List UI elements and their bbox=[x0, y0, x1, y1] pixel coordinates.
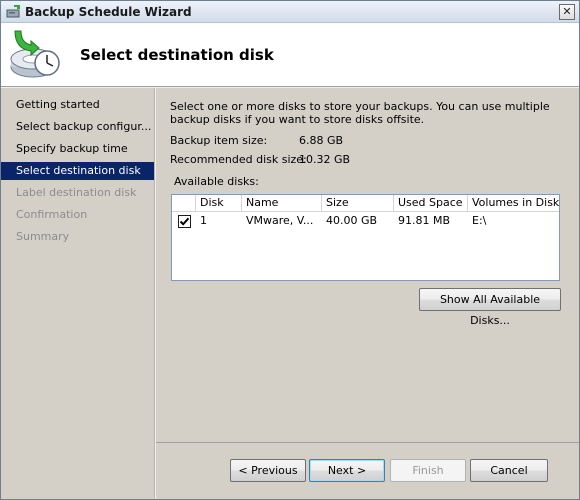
page-title: Select destination disk bbox=[80, 46, 274, 64]
show-all-disks-button[interactable]: Show All Available Disks... bbox=[419, 288, 561, 327]
cancel-button[interactable]: Cancel bbox=[470, 459, 548, 482]
column-header-size[interactable]: Size bbox=[322, 195, 394, 212]
recommended-disk-size-value: 10.32 GB bbox=[299, 153, 351, 166]
column-header-disk[interactable]: Disk bbox=[196, 195, 242, 212]
cell-name: VMware, V... bbox=[246, 214, 314, 227]
step-label-destination-disk: Label destination disk bbox=[16, 186, 137, 199]
cell-used-space: 91.81 MB bbox=[398, 214, 451, 227]
wizard-header: Select destination disk bbox=[1, 23, 579, 87]
step-select-destination-disk[interactable]: Select destination disk bbox=[1, 162, 154, 180]
cell-size: 40.00 GB bbox=[326, 214, 378, 227]
wizard-window: Backup Schedule Wizard ✕ Select destinat… bbox=[0, 0, 580, 500]
finish-button: Finish bbox=[390, 459, 466, 482]
step-select-backup-configuration[interactable]: Select backup configur... bbox=[1, 118, 154, 136]
wizard-footer: < Previous Next > Finish Cancel bbox=[156, 442, 579, 499]
previous-button[interactable]: < Previous bbox=[230, 459, 306, 482]
close-button[interactable]: ✕ bbox=[559, 4, 575, 20]
step-summary: Summary bbox=[16, 230, 70, 243]
disk-checkbox[interactable] bbox=[178, 215, 191, 228]
backup-item-size-label: Backup item size: bbox=[170, 134, 268, 147]
backup-clock-icon bbox=[10, 30, 60, 78]
available-disks-list[interactable]: Disk Name Size Used Space Volumes in Dis… bbox=[171, 194, 560, 281]
step-confirmation: Confirmation bbox=[16, 208, 88, 221]
step-specify-backup-time[interactable]: Specify backup time bbox=[1, 140, 154, 158]
column-header-name[interactable]: Name bbox=[242, 195, 322, 212]
backup-item-size-value: 6.88 GB bbox=[299, 134, 344, 147]
column-header-volumes[interactable]: Volumes in Disk bbox=[468, 195, 559, 212]
available-disks-label: Available disks: bbox=[174, 175, 259, 188]
list-header: Disk Name Size Used Space Volumes in Dis… bbox=[172, 195, 559, 212]
close-icon: ✕ bbox=[562, 5, 572, 18]
wizard-steps-sidebar: Getting started Select backup configur..… bbox=[1, 88, 155, 499]
next-button[interactable]: Next > bbox=[309, 459, 385, 482]
main-content: Select one or more disks to store your b… bbox=[156, 88, 579, 442]
checkmark-icon bbox=[179, 217, 190, 226]
recommended-disk-size-label: Recommended disk size: bbox=[170, 153, 307, 166]
step-getting-started[interactable]: Getting started bbox=[1, 96, 154, 114]
title-bar[interactable]: Backup Schedule Wizard ✕ bbox=[1, 1, 579, 23]
cell-volumes: E:\ bbox=[472, 214, 487, 227]
window-title: Backup Schedule Wizard bbox=[25, 5, 192, 19]
column-header-check[interactable] bbox=[172, 195, 196, 212]
column-header-used-space[interactable]: Used Space bbox=[394, 195, 468, 212]
table-row[interactable]: 1 VMware, V... 40.00 GB 91.81 MB E:\ bbox=[172, 212, 559, 230]
server-backup-icon bbox=[6, 5, 20, 18]
cell-disk: 1 bbox=[200, 214, 207, 227]
description-text: Select one or more disks to store your b… bbox=[170, 100, 550, 126]
